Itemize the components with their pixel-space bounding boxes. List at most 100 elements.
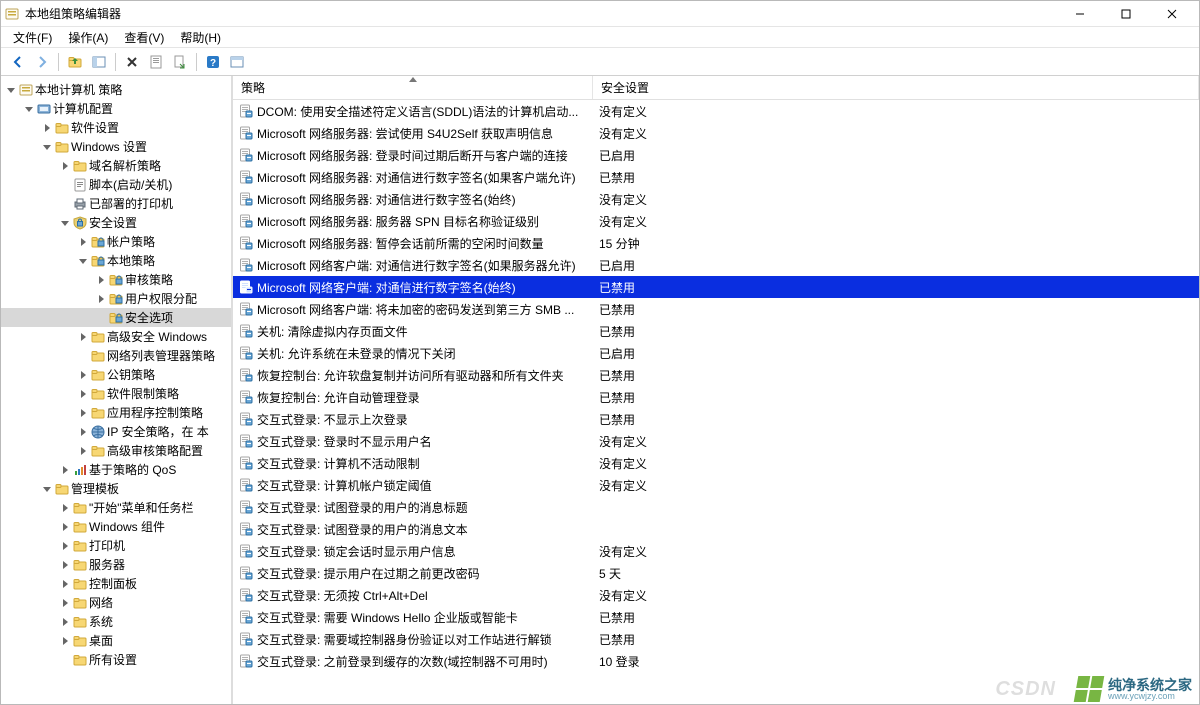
policy-row[interactable]: Microsoft 网络服务器: 尝试使用 S4U2Self 获取声明信息没有定… (233, 122, 1199, 144)
tree-item[interactable]: 高级审核策略配置 (1, 441, 231, 460)
tree-item[interactable]: 域名解析策略 (1, 156, 231, 175)
tree-item[interactable]: 应用程序控制策略 (1, 403, 231, 422)
expander-icon[interactable] (77, 445, 89, 457)
forward-button[interactable] (31, 51, 53, 73)
policy-row[interactable]: 交互式登录: 之前登录到缓存的次数(域控制器不可用时)10 登录 (233, 650, 1199, 672)
tree-item[interactable]: Windows 组件 (1, 517, 231, 536)
tree-item[interactable]: Windows 设置 (1, 137, 231, 156)
expander-icon[interactable] (77, 407, 89, 419)
policy-row[interactable]: Microsoft 网络客户端: 对通信进行数字签名(始终)已禁用 (233, 276, 1199, 298)
tree-item[interactable]: 审核策略 (1, 270, 231, 289)
menu-help[interactable]: 帮助(H) (172, 27, 229, 48)
policy-row[interactable]: Microsoft 网络服务器: 登录时间过期后断开与客户端的连接已启用 (233, 144, 1199, 166)
details-view-button[interactable] (226, 51, 248, 73)
column-policy[interactable]: 策略 (233, 76, 593, 99)
expander-icon[interactable] (77, 236, 89, 248)
tree-item[interactable]: 已部署的打印机 (1, 194, 231, 213)
expander-icon[interactable] (59, 540, 71, 552)
policy-row[interactable]: 交互式登录: 无须按 Ctrl+Alt+Del没有定义 (233, 584, 1199, 606)
policy-row[interactable]: DCOM: 使用安全描述符定义语言(SDDL)语法的计算机启动...没有定义 (233, 100, 1199, 122)
policy-row[interactable]: Microsoft 网络服务器: 对通信进行数字签名(始终)没有定义 (233, 188, 1199, 210)
tree-item[interactable]: 桌面 (1, 631, 231, 650)
expander-icon[interactable] (59, 597, 71, 609)
tree-item[interactable]: 本地计算机 策略 (1, 80, 231, 99)
policy-row[interactable]: Microsoft 网络服务器: 暂停会话前所需的空闲时间数量15 分钟 (233, 232, 1199, 254)
expander-icon[interactable] (59, 559, 71, 571)
policy-row[interactable]: 交互式登录: 试图登录的用户的消息标题 (233, 496, 1199, 518)
expander-icon[interactable] (59, 635, 71, 647)
expander-icon[interactable] (41, 122, 53, 134)
column-setting[interactable]: 安全设置 (593, 76, 1199, 99)
delete-button[interactable] (121, 51, 143, 73)
show-hide-tree-button[interactable] (88, 51, 110, 73)
expander-icon[interactable] (77, 426, 89, 438)
tree-item[interactable]: 脚本(启动/关机) (1, 175, 231, 194)
expander-icon[interactable] (77, 388, 89, 400)
policy-row[interactable]: Microsoft 网络客户端: 将未加密的密码发送到第三方 SMB ...已禁… (233, 298, 1199, 320)
list-body[interactable]: DCOM: 使用安全描述符定义语言(SDDL)语法的计算机启动...没有定义Mi… (233, 100, 1199, 704)
expander-icon[interactable] (59, 616, 71, 628)
tree-item[interactable]: 软件限制策略 (1, 384, 231, 403)
export-button[interactable] (169, 51, 191, 73)
policy-row[interactable]: 关机: 清除虚拟内存页面文件已禁用 (233, 320, 1199, 342)
expander-icon[interactable] (23, 103, 35, 115)
expander-icon[interactable] (95, 274, 107, 286)
menu-view[interactable]: 查看(V) (116, 27, 172, 48)
expander-icon[interactable] (59, 160, 71, 172)
expander-icon[interactable] (95, 293, 107, 305)
tree-item[interactable]: 帐户策略 (1, 232, 231, 251)
policy-row[interactable]: 交互式登录: 需要 Windows Hello 企业版或智能卡已禁用 (233, 606, 1199, 628)
policy-row[interactable]: 交互式登录: 锁定会话时显示用户信息没有定义 (233, 540, 1199, 562)
expander-icon[interactable] (77, 331, 89, 343)
navigation-tree[interactable]: 本地计算机 策略计算机配置软件设置Windows 设置域名解析策略脚本(启动/关… (1, 76, 233, 704)
policy-row[interactable]: 交互式登录: 不显示上次登录已禁用 (233, 408, 1199, 430)
tree-item[interactable]: 安全选项 (1, 308, 231, 327)
help-button[interactable]: ? (202, 51, 224, 73)
expander-icon[interactable] (59, 502, 71, 514)
tree-item[interactable]: 打印机 (1, 536, 231, 555)
tree-item[interactable]: 公钥策略 (1, 365, 231, 384)
policy-row[interactable]: 交互式登录: 需要域控制器身份验证以对工作站进行解锁已禁用 (233, 628, 1199, 650)
tree-item[interactable]: 用户权限分配 (1, 289, 231, 308)
tree-item[interactable]: 软件设置 (1, 118, 231, 137)
tree-item[interactable]: 系统 (1, 612, 231, 631)
up-button[interactable] (64, 51, 86, 73)
tree-item[interactable]: "开始"菜单和任务栏 (1, 498, 231, 517)
properties-button[interactable] (145, 51, 167, 73)
tree-item[interactable]: 网络 (1, 593, 231, 612)
expander-icon[interactable] (41, 483, 53, 495)
tree-item[interactable]: IP 安全策略，在 本 (1, 422, 231, 441)
policy-row[interactable]: 交互式登录: 计算机不活动限制没有定义 (233, 452, 1199, 474)
expander-icon[interactable] (59, 464, 71, 476)
expander-icon[interactable] (59, 217, 71, 229)
policy-row[interactable]: 交互式登录: 试图登录的用户的消息文本 (233, 518, 1199, 540)
tree-item[interactable]: 安全设置 (1, 213, 231, 232)
tree-item[interactable]: 基于策略的 QoS (1, 460, 231, 479)
policy-row[interactable]: 恢复控制台: 允许自动管理登录已禁用 (233, 386, 1199, 408)
close-button[interactable] (1149, 2, 1195, 26)
tree-item[interactable]: 控制面板 (1, 574, 231, 593)
policy-row[interactable]: Microsoft 网络客户端: 对通信进行数字签名(如果服务器允许)已启用 (233, 254, 1199, 276)
tree-item[interactable]: 管理模板 (1, 479, 231, 498)
policy-row[interactable]: 关机: 允许系统在未登录的情况下关闭已启用 (233, 342, 1199, 364)
expander-icon[interactable] (59, 578, 71, 590)
policy-row[interactable]: 恢复控制台: 允许软盘复制并访问所有驱动器和所有文件夹已禁用 (233, 364, 1199, 386)
policy-row[interactable]: Microsoft 网络服务器: 对通信进行数字签名(如果客户端允许)已禁用 (233, 166, 1199, 188)
tree-item[interactable]: 网络列表管理器策略 (1, 346, 231, 365)
tree-item[interactable]: 本地策略 (1, 251, 231, 270)
tree-item[interactable]: 高级安全 Windows (1, 327, 231, 346)
tree-item[interactable]: 所有设置 (1, 650, 231, 669)
menu-action[interactable]: 操作(A) (60, 27, 116, 48)
expander-icon[interactable] (5, 84, 17, 96)
policy-row[interactable]: 交互式登录: 登录时不显示用户名没有定义 (233, 430, 1199, 452)
menu-file[interactable]: 文件(F) (5, 27, 60, 48)
policy-row[interactable]: Microsoft 网络服务器: 服务器 SPN 目标名称验证级别没有定义 (233, 210, 1199, 232)
tree-item[interactable]: 计算机配置 (1, 99, 231, 118)
expander-icon[interactable] (59, 521, 71, 533)
tree-item[interactable]: 服务器 (1, 555, 231, 574)
policy-row[interactable]: 交互式登录: 提示用户在过期之前更改密码5 天 (233, 562, 1199, 584)
maximize-button[interactable] (1103, 2, 1149, 26)
minimize-button[interactable] (1057, 2, 1103, 26)
expander-icon[interactable] (77, 255, 89, 267)
expander-icon[interactable] (41, 141, 53, 153)
